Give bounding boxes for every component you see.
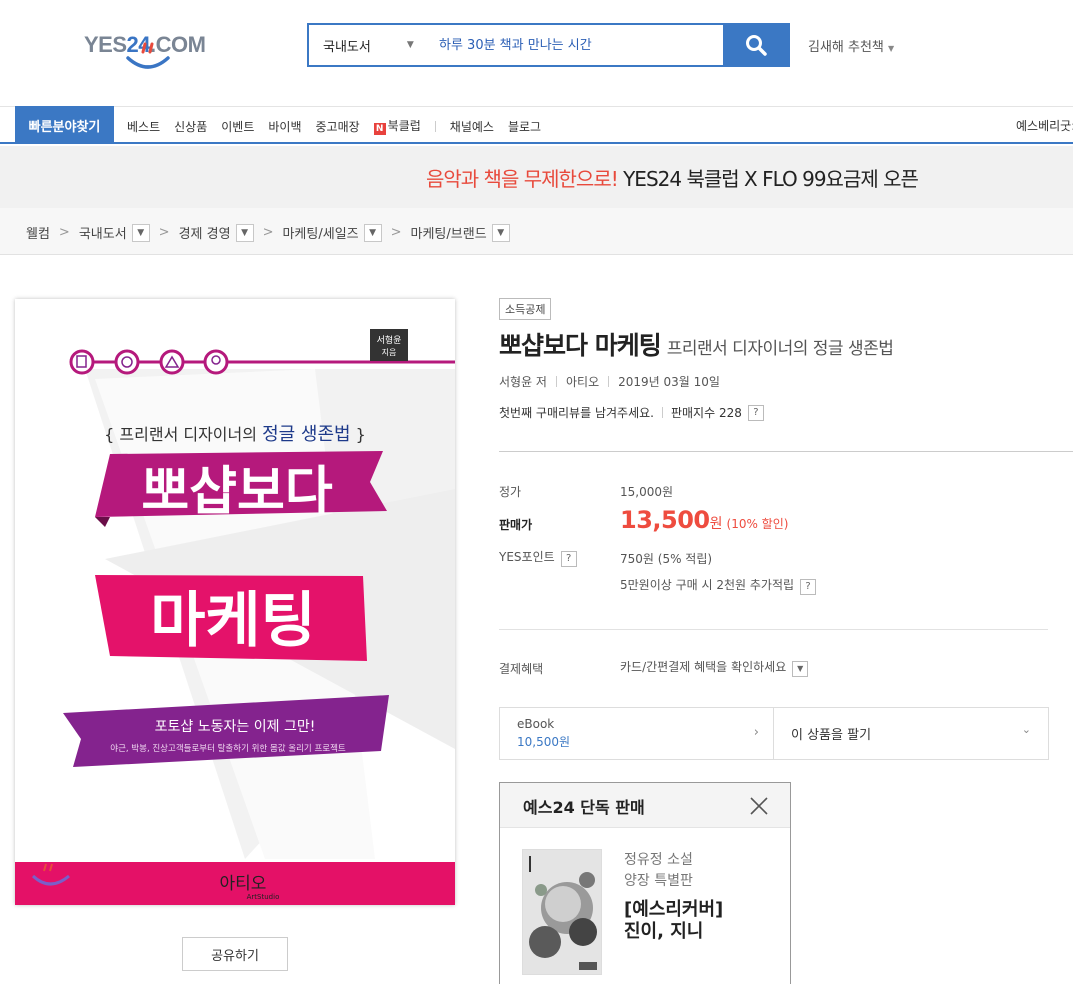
nav-divider bbox=[434, 120, 436, 132]
help-icon[interactable]: ? bbox=[560, 550, 577, 567]
cover-author-suffix: 지음 bbox=[382, 348, 397, 357]
chevron-down-icon: ▼ bbox=[406, 40, 414, 50]
chevron-right-icon: › bbox=[753, 725, 759, 740]
logo-smile-icon bbox=[126, 42, 170, 69]
quick-category-button[interactable]: 빠른분야찾기 bbox=[15, 106, 114, 144]
nav-best[interactable]: 베스트 bbox=[127, 118, 160, 135]
list-price: 15,000원 bbox=[620, 485, 674, 499]
breadcrumb-dropdown-icon[interactable]: ▼ bbox=[235, 223, 254, 242]
search-button[interactable] bbox=[723, 25, 788, 65]
review-row: 첫번째 구매리뷰를 남겨주세요. 판매지수 228 ? bbox=[499, 404, 764, 421]
page-subtitle: 프리랜서 디자이너의 정글 생존법 bbox=[666, 339, 894, 359]
chevron-right-icon: > bbox=[262, 225, 274, 240]
gnb-menu: 베스트 신상품 이벤트 바이백 중고매장 N 북클럽 채널예스 블로그 bbox=[127, 117, 555, 135]
nav-used-store[interactable]: 중고매장 bbox=[316, 118, 360, 135]
nav-buyback[interactable]: 바이백 bbox=[268, 118, 301, 135]
review-prompt-link[interactable]: 첫번째 구매리뷰를 남겨주세요. bbox=[499, 404, 654, 421]
share-button[interactable]: 공유하기 bbox=[182, 937, 288, 971]
nav-blog[interactable]: 블로그 bbox=[508, 118, 541, 135]
chevron-right-icon: > bbox=[390, 225, 402, 240]
exclusive-line-4[interactable]: 진이, 지니 bbox=[624, 917, 703, 943]
product-title: 뽀샵보다 마케팅 프리랜서 디자이너의 정글 생존법 bbox=[499, 326, 894, 362]
sale-price-row: 13,500원 (10% 할인) bbox=[620, 506, 789, 534]
publisher-link[interactable]: 아티오 bbox=[566, 373, 599, 390]
breadcrumb-economy[interactable]: 경제 경영 bbox=[179, 223, 231, 242]
yes24-logo[interactable]: YES24.COM bbox=[84, 14, 240, 76]
list-price-label: 정가 bbox=[499, 485, 522, 499]
publication-info: 서형윤 저 아티오 2019년 03월 10일 bbox=[499, 373, 720, 390]
cover-title-2: 마케팅 bbox=[150, 586, 316, 656]
section-divider bbox=[499, 629, 1048, 630]
divider bbox=[608, 376, 610, 387]
cover-author: 서형윤 bbox=[377, 335, 402, 346]
tax-deduction-badge: 소득공제 bbox=[499, 298, 552, 320]
global-nav: 빠른분야찾기 베스트 신상품 이벤트 바이백 중고매장 N 북클럽 채널예스 블로… bbox=[0, 106, 1073, 144]
chevron-right-icon: > bbox=[58, 225, 70, 240]
caret-down-icon: ▼ bbox=[888, 44, 895, 53]
points-label: YES포인트? bbox=[499, 548, 577, 567]
cover-publisher: 아티오 bbox=[220, 874, 267, 894]
sales-index: 판매지수 228 bbox=[670, 406, 742, 420]
cover-publisher-sub: ArtStudio bbox=[247, 893, 280, 901]
ebook-box: eBook 10,500원 › 이 상품을 팔기 ⌄ bbox=[499, 707, 1049, 760]
search-icon bbox=[745, 35, 767, 56]
help-icon[interactable]: ? bbox=[747, 404, 764, 421]
search-category-select[interactable]: 국내도서 ▼ bbox=[309, 25, 427, 65]
breadcrumb-dropdown-icon[interactable]: ▼ bbox=[131, 223, 150, 242]
exclusive-header: 예스24 단독 판매 bbox=[500, 783, 790, 828]
breadcrumb-domestic-books[interactable]: 국내도서 bbox=[79, 223, 127, 242]
author-link[interactable]: 서형윤 저 bbox=[499, 373, 547, 390]
nav-event[interactable]: 이벤트 bbox=[221, 118, 254, 135]
breadcrumb-dropdown-icon[interactable]: ▼ bbox=[491, 223, 510, 242]
breadcrumb: 웰컴 > 국내도서 ▼ > 경제 경영 ▼ > 마케팅/세일즈 ▼ > 마케팅/… bbox=[0, 208, 1073, 255]
cover-tagline: 야근, 박봉, 진상고객들로부터 탈출하기 위한 몸값 올리기 프로젝트 bbox=[110, 743, 346, 754]
recommend-dropdown[interactable]: 김새해 추천책 ▼ bbox=[808, 36, 894, 55]
search-input[interactable] bbox=[427, 25, 723, 65]
section-divider bbox=[499, 451, 1073, 452]
payment-benefit-label: 결제혜택 bbox=[499, 662, 544, 676]
exclusive-book-cover bbox=[523, 850, 601, 974]
cover-subtitle: { 프리랜서 디자이너의 정글 생존법 } bbox=[104, 424, 366, 445]
points-extra: 5만원이상 구매 시 2천원 추가적립? bbox=[620, 576, 817, 595]
nav-new[interactable]: 신상품 bbox=[174, 118, 207, 135]
promo-banner[interactable]: 음악과 책을 무제한으로! YES24 북클럽 X FLO 99요금제 오픈 bbox=[0, 146, 1073, 208]
page-title: 뽀샵보다 마케팅 bbox=[499, 331, 662, 360]
ebook-label: eBook bbox=[517, 717, 555, 731]
exclusive-book-image[interactable] bbox=[522, 849, 602, 975]
chevron-right-icon: > bbox=[158, 225, 170, 240]
search-bar: 국내도서 ▼ bbox=[307, 23, 790, 67]
discount-rate: (10% 할인) bbox=[726, 517, 789, 531]
sale-price-label: 판매가 bbox=[499, 518, 533, 532]
ebook-link[interactable]: eBook 10,500원 › bbox=[500, 708, 774, 759]
chevron-down-icon[interactable]: ▼ bbox=[792, 660, 809, 677]
breadcrumb-marketing-sales[interactable]: 마케팅/세일즈 bbox=[282, 223, 358, 242]
points-value: 750원 (5% 적립) bbox=[620, 552, 713, 566]
divider bbox=[661, 407, 663, 418]
book-cover[interactable]: 서형윤 지음 { 프리랜서 디자이너의 정글 생존법 } 뽀샵보다 마케팅 포토… bbox=[15, 299, 455, 905]
breadcrumb-marketing-brand[interactable]: 마케팅/브랜드 bbox=[411, 223, 487, 242]
exclusive-sale-popup: 예스24 단독 판매 정유정 소설 양장 특별판 [예스리커버] 진이, 지니 bbox=[499, 782, 791, 984]
n-badge-icon: N bbox=[373, 123, 386, 135]
close-icon[interactable] bbox=[749, 796, 769, 816]
exclusive-line-2: 양장 특별판 bbox=[624, 873, 693, 889]
book-cover-art: 서형윤 지음 { 프리랜서 디자이너의 정글 생존법 } 뽀샵보다 마케팅 포토… bbox=[15, 329, 455, 905]
breadcrumb-home[interactable]: 웰컴 bbox=[26, 223, 50, 242]
nav-bookclub[interactable]: N 북클럽 bbox=[373, 117, 421, 135]
cover-quote: 포토샵 노동자는 이제 그만! bbox=[155, 719, 316, 735]
pub-date: 2019년 03월 10일 bbox=[618, 375, 720, 389]
nav-channel-yes[interactable]: 채널예스 bbox=[450, 118, 494, 135]
exclusive-title: 예스24 단독 판매 bbox=[523, 798, 645, 817]
cover-title-1: 뽀샵보다 bbox=[141, 462, 333, 522]
sale-price: 13,500 bbox=[620, 506, 710, 534]
breadcrumb-dropdown-icon[interactable]: ▼ bbox=[363, 223, 382, 242]
nav-yes-verygood[interactable]: 예스베리굿: bbox=[1016, 117, 1073, 134]
sell-item-dropdown[interactable]: 이 상품을 팔기 ⌄ bbox=[774, 708, 1048, 759]
ebook-price: 10,500원 bbox=[517, 735, 571, 749]
divider bbox=[555, 376, 557, 387]
exclusive-line-1: 정유정 소설 bbox=[624, 852, 693, 868]
chevron-down-icon: ⌄ bbox=[1021, 723, 1031, 736]
banner-text: 음악과 책을 무제한으로! YES24 북클럽 X FLO 99요금제 오픈 bbox=[426, 167, 919, 191]
help-icon[interactable]: ? bbox=[800, 578, 817, 595]
payment-benefit[interactable]: 카드/간편결제 혜택을 확인하세요 ▼ bbox=[620, 658, 809, 677]
